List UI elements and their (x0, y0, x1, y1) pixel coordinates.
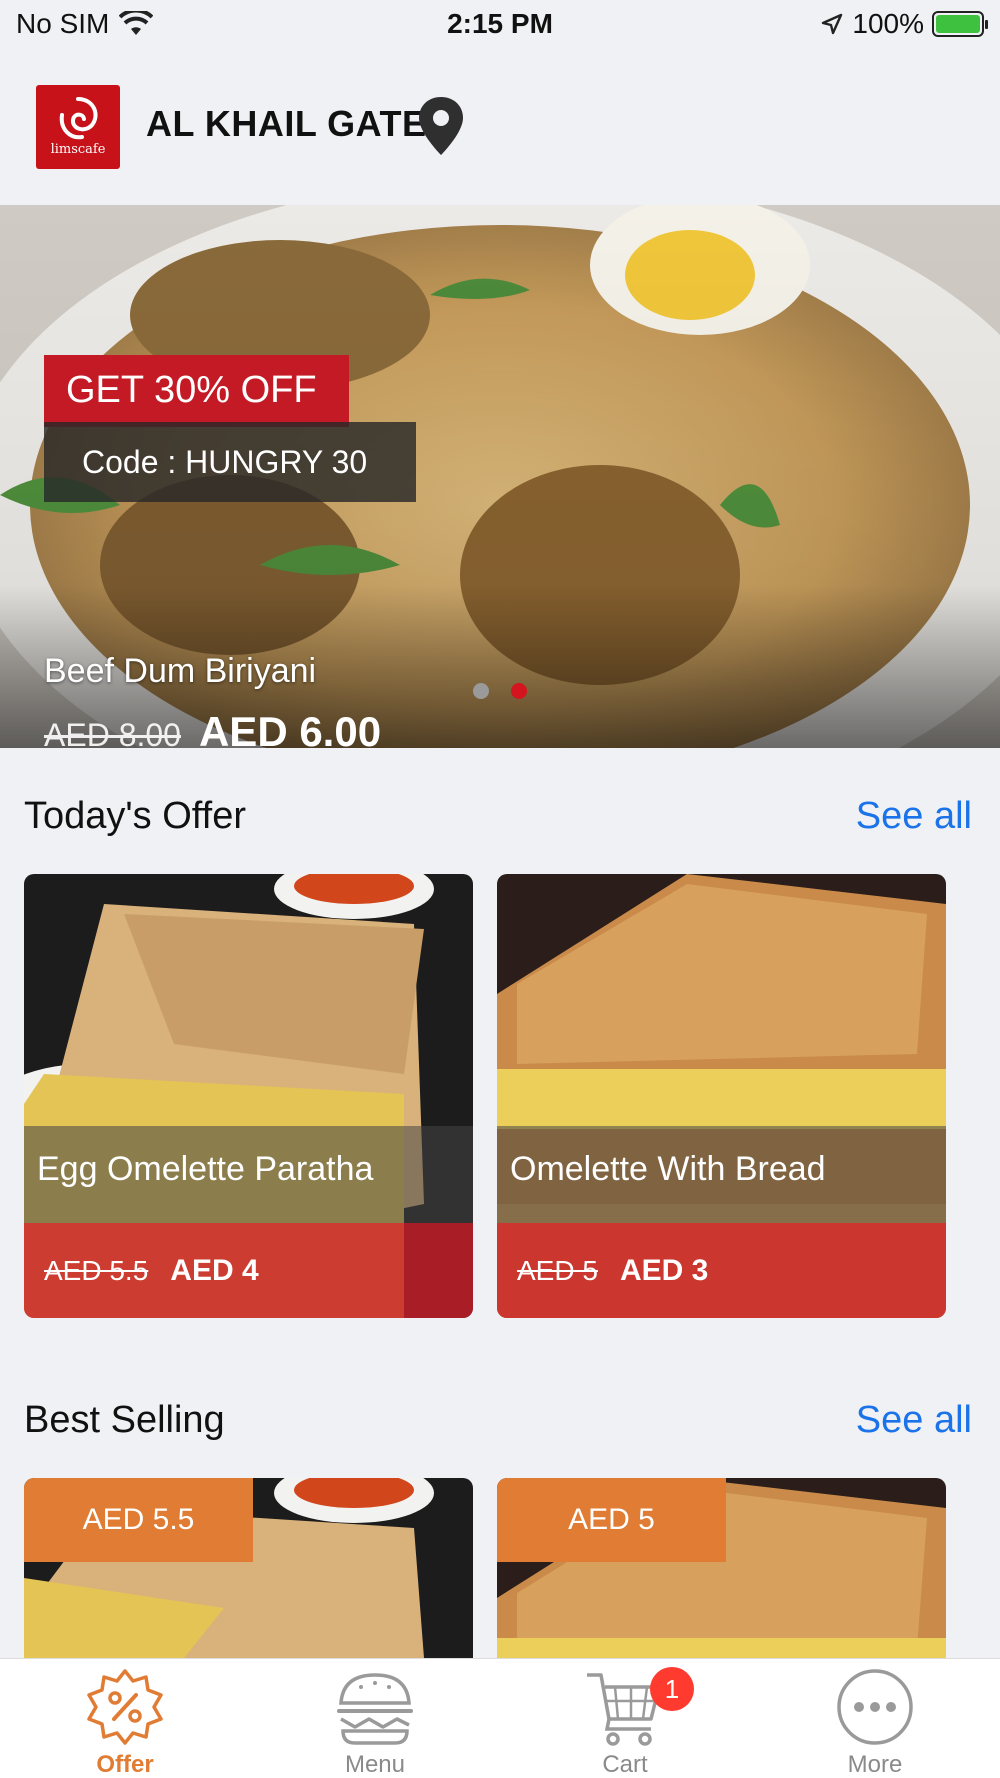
carousel-dot-active[interactable] (511, 683, 527, 699)
tab-label: Menu (344, 1751, 406, 1778)
offer-card-prices: AED 5 AED 3 (497, 1223, 946, 1318)
banner-prices: AED 8.00 AED 6.00 (44, 708, 381, 748)
best-selling-card-sandwich[interactable]: AED 5 (497, 1478, 946, 1658)
todays-offer-header: Today's Offer See all (24, 795, 972, 838)
carousel-dots (473, 683, 527, 699)
tab-more[interactable]: More (750, 1659, 1000, 1778)
offer-card-new-price: AED 3 (619, 1253, 709, 1287)
offer-card-egg-omelette-paratha[interactable]: Egg Omelette Paratha AED 5.5 AED 4 (24, 874, 473, 1318)
best-selling-see-all-link[interactable]: See all (856, 1399, 972, 1442)
offer-card-name: Egg Omelette Paratha (24, 1126, 473, 1223)
todays-offer-title: Today's Offer (24, 795, 246, 837)
more-icon (837, 1669, 913, 1745)
tab-label: Cart (602, 1751, 648, 1778)
offer-card-name: Omelette With Bread (497, 1126, 946, 1223)
promo-discount-label: GET 30% OFF (44, 355, 349, 427)
store-name[interactable]: AL KHAIL GATE (146, 103, 427, 145)
carousel-dot[interactable] (473, 683, 489, 699)
location-pin-icon[interactable] (416, 95, 466, 157)
battery-icon (932, 11, 988, 37)
promo-banner[interactable]: GET 30% OFF Code : HUNGRY 30 Beef Dum Bi… (0, 205, 1000, 748)
offer-card-new-price: AED 4 (170, 1253, 259, 1287)
best-selling-header: Best Selling See all (24, 1399, 972, 1442)
battery-percent: 100% (852, 8, 924, 39)
banner-new-price: AED 6.00 (198, 708, 382, 748)
cart-count-badge: 1 (650, 1667, 694, 1711)
tab-menu[interactable]: Menu (250, 1659, 500, 1778)
bottom-tab-bar: Offer Menu 1 Cart More (0, 1658, 1000, 1778)
best-selling-card-paratha[interactable]: AED 5.5 (24, 1478, 473, 1658)
best-selling-price-tag: AED 5 (497, 1478, 726, 1562)
location-arrow-icon (822, 13, 843, 35)
best-selling-title: Best Selling (24, 1399, 225, 1441)
brand-logo: limscafe (36, 85, 120, 169)
best-selling-price-tag: AED 5.5 (24, 1478, 253, 1562)
tab-label: More (847, 1751, 903, 1778)
tab-offer[interactable]: Offer (0, 1659, 250, 1778)
tab-label: Offer (96, 1751, 154, 1778)
offer-badge-icon (87, 1669, 163, 1745)
offer-card-prices: AED 5.5 AED 4 (24, 1223, 473, 1318)
todays-offer-see-all-link[interactable]: See all (856, 795, 972, 838)
logo-text: limscafe (50, 142, 106, 157)
offer-card-old-price: AED 5.5 (44, 1254, 149, 1286)
status-right: 100% (820, 8, 988, 40)
promo-code-label: Code : HUNGRY 30 (44, 422, 416, 502)
header: limscafe AL KHAIL GATE (0, 50, 1000, 205)
burger-icon (337, 1673, 413, 1745)
banner-dish-name: Beef Dum Biriyani (44, 652, 317, 690)
offer-card-omelette-with-bread[interactable]: Omelette With Bread AED 5 AED 3 (497, 874, 946, 1318)
banner-old-price: AED 8.00 (44, 717, 181, 748)
tab-cart[interactable]: 1 Cart (500, 1659, 750, 1778)
status-bar: No SIM 2:15 PM 100% (0, 0, 1000, 50)
offer-card-old-price: AED 5 (517, 1254, 598, 1286)
